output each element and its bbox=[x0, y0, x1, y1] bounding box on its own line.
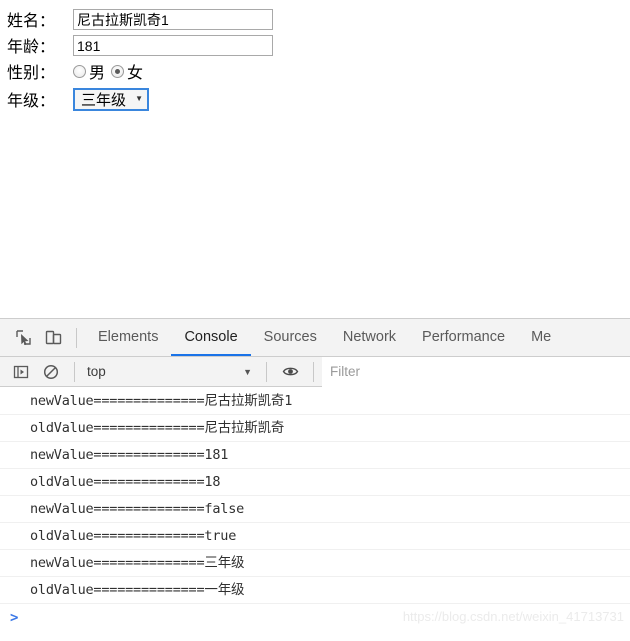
tab-sources[interactable]: Sources bbox=[251, 319, 330, 356]
filterbar-divider-2 bbox=[266, 361, 267, 382]
gender-label: 性别： bbox=[7, 65, 56, 82]
filterbar-divider-1 bbox=[74, 361, 75, 382]
device-toolbar-icon[interactable] bbox=[38, 323, 68, 353]
console-message-row: newValue==============三年级 bbox=[0, 550, 630, 577]
form-row-age: 年龄： 181 bbox=[7, 32, 630, 58]
name-label: 姓名： bbox=[7, 13, 56, 30]
grade-select[interactable]: 三年级 ▼ bbox=[73, 87, 149, 111]
radio-circle-selected-icon[interactable] bbox=[111, 64, 125, 78]
console-message-row: oldValue==============一年级 bbox=[0, 577, 630, 604]
form-row-gender: 性别： 男 女 bbox=[7, 58, 630, 84]
age-input[interactable]: 181 bbox=[73, 34, 273, 56]
console-filter-toolbar: top ▼ Filter bbox=[0, 356, 630, 387]
form-row-name: 姓名： 尼古拉斯凯奇1 bbox=[7, 6, 630, 32]
filter-input[interactable]: Filter bbox=[322, 356, 630, 387]
console-message-row: newValue==============尼古拉斯凯奇1 bbox=[0, 388, 630, 415]
console-sidebar-icon[interactable] bbox=[6, 357, 36, 387]
gender-option-female-label: 女 bbox=[127, 65, 144, 82]
tab-console[interactable]: Console bbox=[171, 319, 251, 356]
execution-context-value: top bbox=[87, 364, 106, 379]
console-message-row: oldValue==============true bbox=[0, 523, 630, 550]
gender-option-male-label: 男 bbox=[89, 65, 106, 82]
console-message-row: oldValue==============尼古拉斯凯奇 bbox=[0, 415, 630, 442]
tab-network[interactable]: Network bbox=[330, 319, 409, 356]
chevron-down-icon: ▼ bbox=[243, 366, 252, 377]
prompt-arrow-icon: > bbox=[10, 610, 19, 626]
console-message-row: oldValue==============18 bbox=[0, 469, 630, 496]
grade-select-value: 三年级 bbox=[81, 91, 127, 109]
student-form: 姓名： 尼古拉斯凯奇1 年龄： 181 性别： 男 女 年级： 三年级 ▼ bbox=[0, 0, 630, 114]
gender-option-female[interactable]: 女 bbox=[111, 59, 143, 83]
age-label: 年龄： bbox=[7, 39, 56, 56]
name-input[interactable]: 尼古拉斯凯奇1 bbox=[73, 8, 273, 30]
grade-label: 年级： bbox=[7, 93, 56, 110]
form-row-grade: 年级： 三年级 ▼ bbox=[7, 84, 630, 114]
console-output: newValue==============尼古拉斯凯奇1 oldValue==… bbox=[0, 388, 630, 641]
console-input-prompt[interactable]: > bbox=[0, 604, 630, 632]
live-expression-icon[interactable] bbox=[275, 357, 305, 387]
toolbar-divider bbox=[76, 327, 77, 348]
radio-circle-icon[interactable] bbox=[73, 64, 86, 78]
tab-performance[interactable]: Performance bbox=[409, 319, 518, 356]
clear-console-icon[interactable] bbox=[36, 357, 66, 387]
console-message-row: newValue==============181 bbox=[0, 442, 630, 469]
tab-elements[interactable]: Elements bbox=[85, 319, 171, 356]
console-message-row: newValue==============false bbox=[0, 496, 630, 523]
inspect-element-icon[interactable] bbox=[8, 323, 38, 353]
web-page-content: 姓名： 尼古拉斯凯奇1 年龄： 181 性别： 男 女 年级： 三年级 ▼ bbox=[0, 0, 630, 318]
chevron-down-icon: ▼ bbox=[135, 94, 143, 103]
devtools-panel: Elements Console Sources Network Perform… bbox=[0, 318, 630, 641]
filterbar-divider-3 bbox=[313, 361, 314, 382]
execution-context-select[interactable]: top ▼ bbox=[83, 361, 258, 383]
tab-memory[interactable]: Me bbox=[518, 319, 564, 356]
gender-radio-group: 男 女 bbox=[73, 59, 149, 83]
gender-option-male[interactable]: 男 bbox=[73, 59, 105, 83]
devtools-tabbar: Elements Console Sources Network Perform… bbox=[0, 319, 630, 357]
